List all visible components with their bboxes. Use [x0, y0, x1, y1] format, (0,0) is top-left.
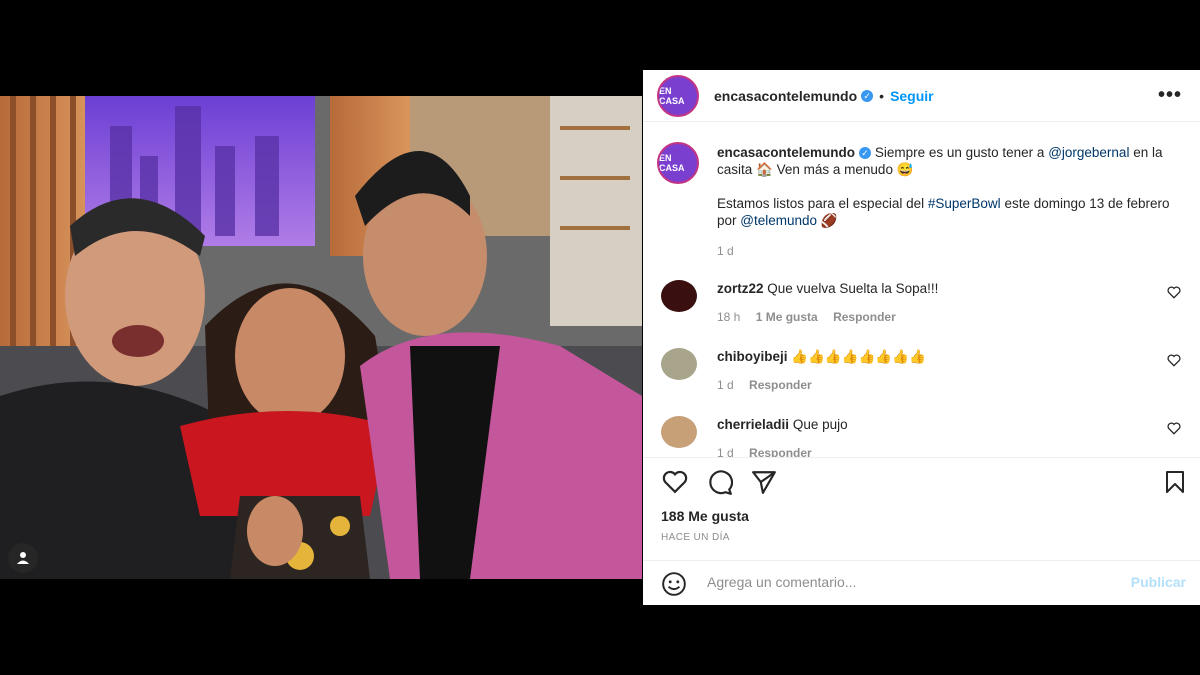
- caption-username[interactable]: encasacontelemundo: [717, 145, 855, 160]
- like-comment-heart-icon[interactable]: [1167, 286, 1181, 299]
- post-photo[interactable]: [0, 96, 642, 579]
- caption-text-4: Estamos listos para el especial del: [717, 196, 925, 211]
- avatar-label: EN CASA: [659, 85, 685, 106]
- commenter-avatar[interactable]: [661, 348, 697, 380]
- reply-button[interactable]: Responder: [833, 310, 896, 324]
- post-panel: EN CASA encasacontelemundo ✓ • Seguir ••…: [643, 70, 1200, 605]
- comment-time[interactable]: 18 h: [717, 310, 740, 324]
- post-timestamp: HACE UN DÍA: [661, 532, 730, 543]
- like-comment-heart-icon[interactable]: [1167, 422, 1181, 435]
- verified-icon: ✓: [861, 89, 874, 102]
- save-bookmark-icon[interactable]: [1164, 470, 1186, 494]
- reply-button[interactable]: Responder: [749, 378, 812, 392]
- comment-body: cherrieladii Que pujo 1 d Responder: [717, 416, 1137, 457]
- tagged-people-button[interactable]: [8, 543, 38, 573]
- more-options-icon[interactable]: •••: [1158, 84, 1182, 107]
- comment-body: chiboyibeji 👍👍👍👍👍👍👍👍 1 d Responder: [717, 348, 1137, 394]
- share-paper-plane-icon[interactable]: [751, 470, 777, 494]
- comment-username[interactable]: zortz22: [717, 281, 764, 296]
- comment-meta: 18 h 1 Me gusta Responder: [717, 309, 1137, 326]
- avatar-label: EN CASA: [659, 153, 685, 173]
- reply-button[interactable]: Responder: [749, 446, 812, 457]
- follow-button[interactable]: Seguir: [890, 88, 934, 104]
- comment-text: Que pujo: [792, 417, 848, 432]
- comments-list[interactable]: EN CASA encasacontelemundo ✓ Siempre es u…: [643, 132, 1200, 457]
- caption-text-1: Siempre es un gusto tener a: [874, 145, 1045, 160]
- comment-bubble-icon[interactable]: [707, 470, 733, 496]
- commenter-avatar[interactable]: [661, 280, 697, 312]
- comment-meta: 1 d Responder: [717, 445, 1137, 457]
- verified-icon: ✓: [859, 147, 872, 160]
- comment-likes[interactable]: 1 Me gusta: [756, 310, 818, 324]
- comment-body: zortz22 Que vuelva Suelta la Sopa!!! 18 …: [717, 280, 1137, 326]
- sweat-smile-emoji: 😅: [896, 162, 914, 177]
- hashtag-link[interactable]: #SuperBowl: [928, 196, 1001, 211]
- profile-avatar[interactable]: EN CASA: [657, 74, 699, 117]
- house-emoji: 🏠: [756, 162, 773, 177]
- like-comment-heart-icon[interactable]: [1167, 354, 1181, 367]
- comment-username[interactable]: cherrieladii: [717, 417, 789, 432]
- comment-input[interactable]: [705, 573, 1089, 591]
- post-username[interactable]: encasacontelemundo: [714, 88, 857, 104]
- post-header: EN CASA encasacontelemundo ✓ • Seguir ••…: [643, 70, 1200, 122]
- person-icon: [17, 552, 29, 564]
- commenter-avatar[interactable]: [661, 416, 697, 448]
- caption: EN CASA encasacontelemundo ✓ Siempre es u…: [657, 142, 1187, 258]
- likes-count[interactable]: 188 Me gusta: [661, 508, 749, 524]
- emoji-smiley-icon[interactable]: [661, 571, 687, 597]
- comment-time[interactable]: 1 d: [717, 446, 734, 457]
- mention-link[interactable]: @telemundo: [740, 213, 817, 228]
- mention-link[interactable]: @jorgebernal: [1048, 145, 1129, 160]
- comment-time[interactable]: 1 d: [717, 378, 734, 392]
- comment-meta: 1 d Responder: [717, 377, 1137, 394]
- separator-dot: •: [879, 87, 885, 104]
- publish-button[interactable]: Publicar: [1131, 574, 1186, 590]
- comment-username[interactable]: chiboyibeji: [717, 349, 788, 364]
- football-emoji: 🏈: [820, 213, 838, 228]
- caption-time[interactable]: 1 d: [717, 243, 1192, 260]
- like-heart-icon[interactable]: [661, 470, 689, 494]
- comment-text: Que vuelva Suelta la Sopa!!!: [767, 281, 939, 296]
- caption-text-3: Ven más a menudo: [776, 162, 893, 177]
- comment-text: 👍👍👍👍👍👍👍👍: [791, 349, 926, 364]
- add-comment-bar: Publicar: [643, 560, 1200, 606]
- caption-text: encasacontelemundo ✓ Siempre es un gusto …: [717, 144, 1192, 260]
- caption-avatar[interactable]: EN CASA: [657, 142, 699, 184]
